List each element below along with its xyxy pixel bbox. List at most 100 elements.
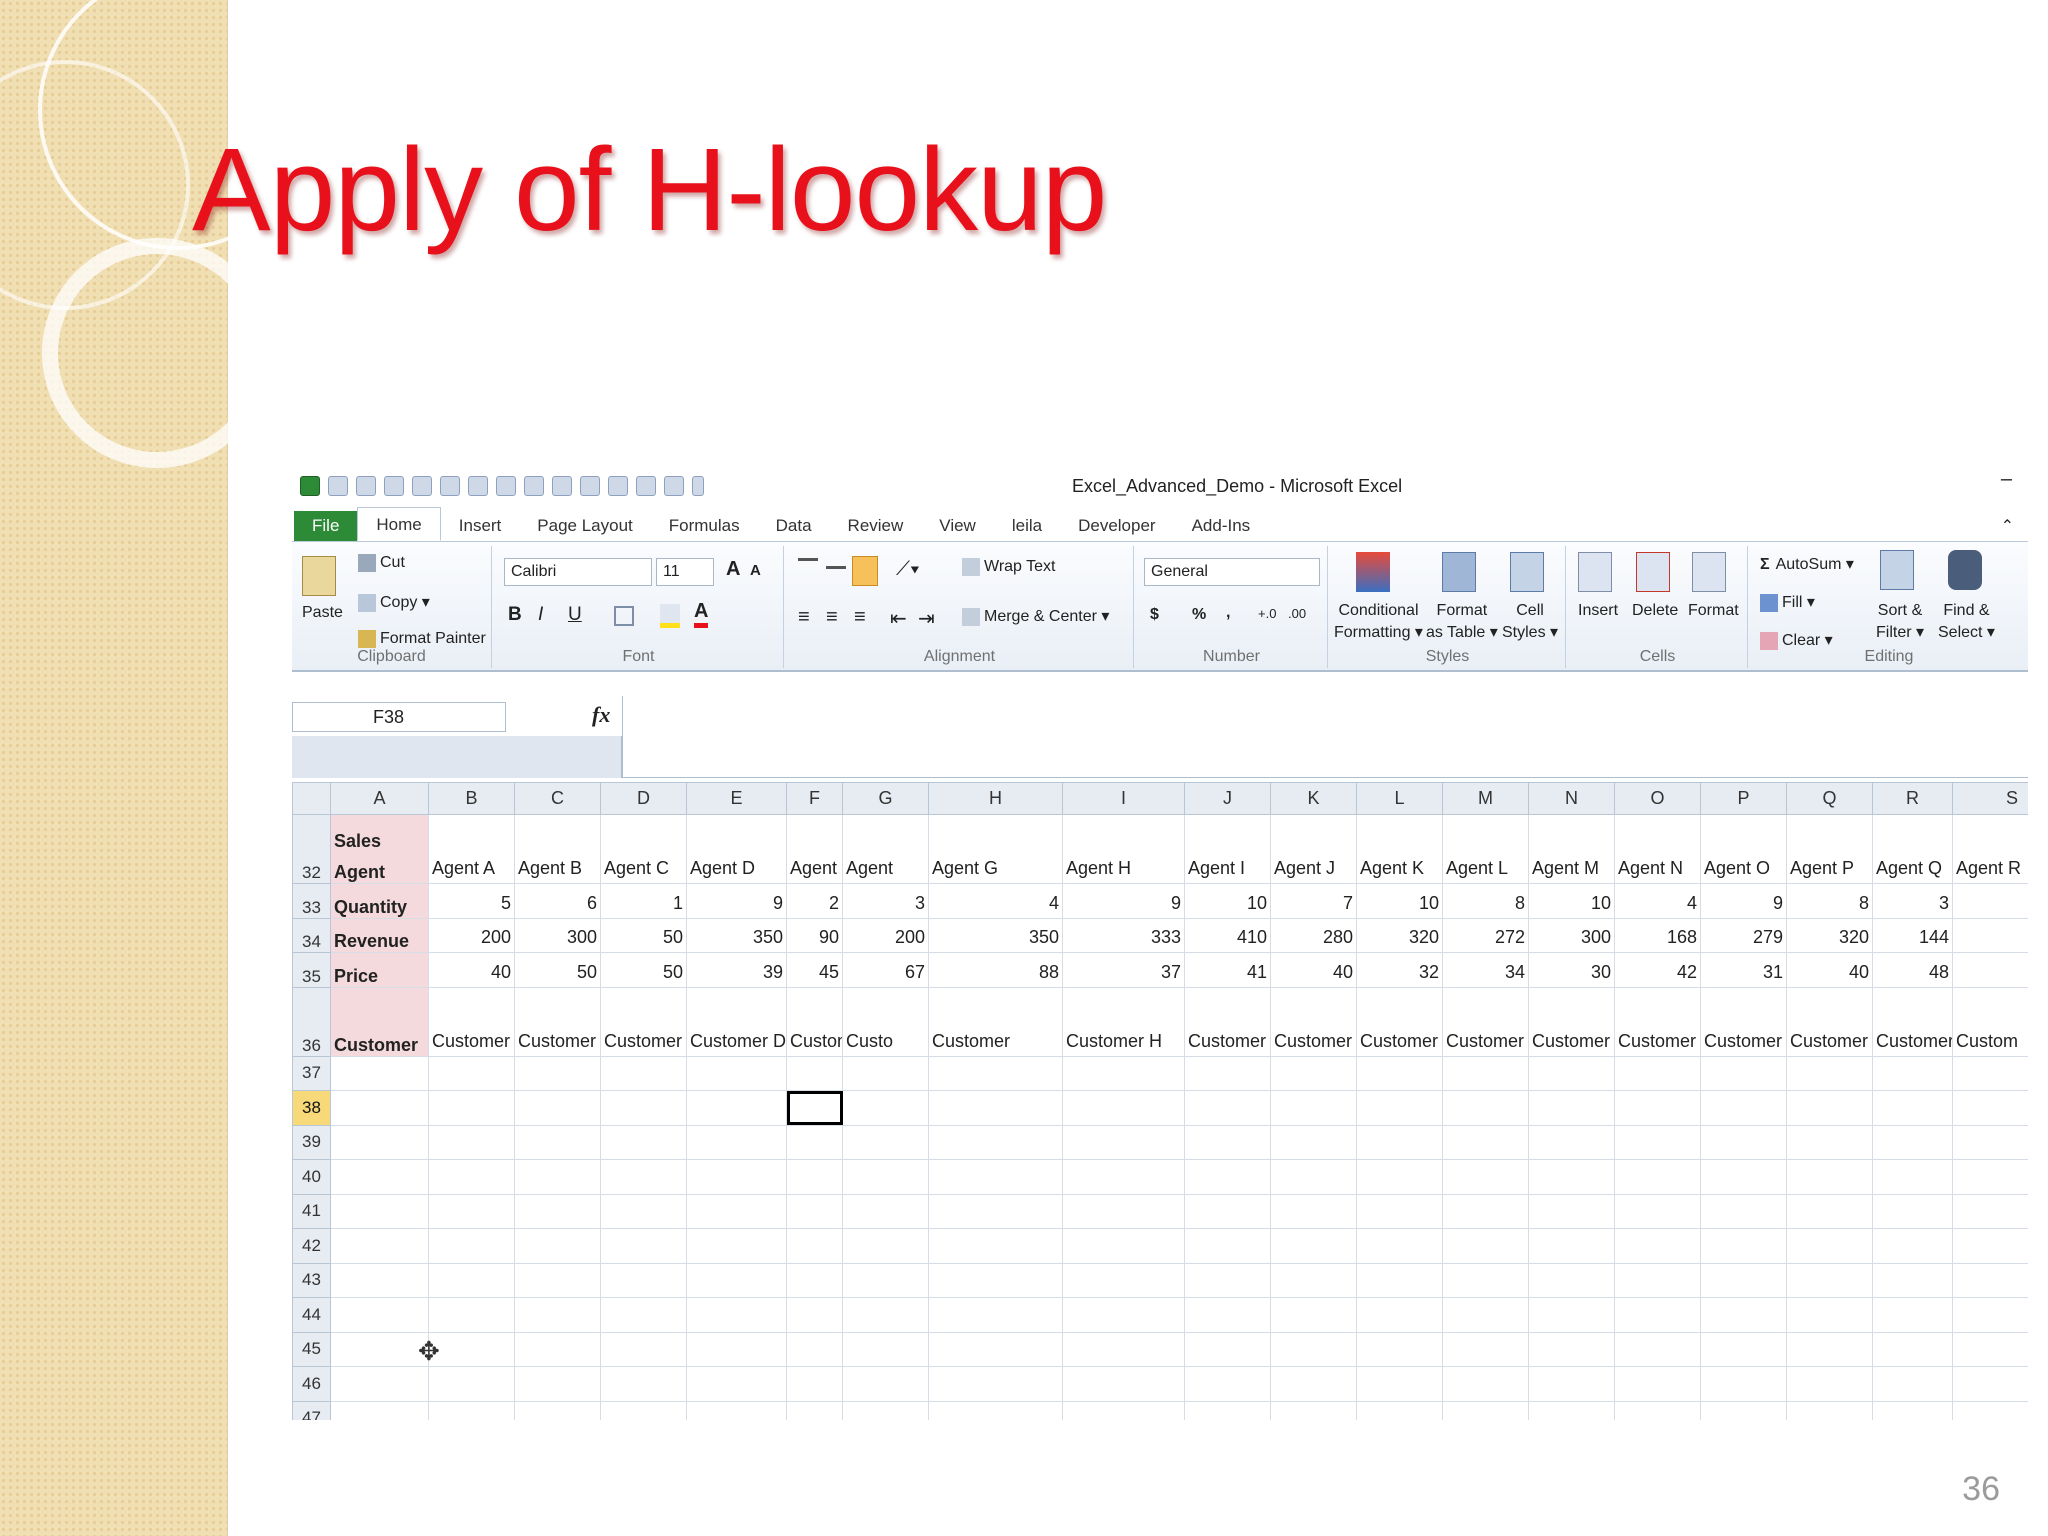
cell[interactable] [1952, 1297, 2028, 1333]
number-format-select[interactable]: General [1144, 558, 1320, 586]
row-header[interactable]: 45 [292, 1331, 331, 1367]
cell[interactable] [514, 1159, 601, 1195]
autosum-button[interactable]: Σ AutoSum ▾ [1760, 554, 1854, 574]
cell[interactable] [1442, 1090, 1529, 1126]
cell[interactable] [1356, 1331, 1443, 1367]
cell[interactable] [428, 1193, 515, 1229]
cell[interactable] [1184, 1262, 1271, 1298]
cell[interactable]: 9 [686, 883, 787, 919]
cell[interactable]: 8 [1786, 883, 1873, 919]
cell[interactable] [686, 1159, 787, 1195]
tab-insert[interactable]: Insert [441, 511, 520, 541]
cell[interactable]: 7 [1270, 883, 1357, 919]
cell[interactable] [1952, 1228, 2028, 1264]
cell[interactable]: 40 [1786, 952, 1873, 988]
cell[interactable] [1700, 1228, 1787, 1264]
cell[interactable]: Customer [428, 986, 515, 1057]
cell[interactable]: 279 [1700, 917, 1787, 953]
column-header-j[interactable]: J [1184, 782, 1271, 815]
cell[interactable] [514, 1193, 601, 1229]
column-header-g[interactable]: G [842, 782, 929, 815]
minimize-button[interactable]: – [2001, 468, 2012, 491]
cell[interactable] [1786, 1262, 1873, 1298]
row-header[interactable]: 46 [292, 1366, 331, 1402]
cell[interactable] [1270, 1090, 1357, 1126]
cell[interactable] [1442, 1400, 1529, 1420]
cell[interactable] [1184, 1400, 1271, 1420]
row-header[interactable]: 40 [292, 1159, 331, 1195]
ribbon-collapse-icon[interactable]: ⌃ [2001, 516, 2014, 536]
cell[interactable] [1356, 1297, 1443, 1333]
cell[interactable] [928, 1331, 1063, 1367]
cell[interactable] [1062, 1366, 1185, 1402]
cell[interactable] [686, 1090, 787, 1126]
comma-button[interactable]: , [1226, 604, 1230, 622]
cell[interactable] [1442, 1331, 1529, 1367]
column-header-r[interactable]: R [1872, 782, 1953, 815]
cell[interactable]: Agent L [1442, 814, 1529, 884]
column-header-n[interactable]: N [1528, 782, 1615, 815]
tab-developer[interactable]: Developer [1060, 511, 1174, 541]
cell[interactable] [514, 1297, 601, 1333]
row-header[interactable]: 33 [292, 883, 331, 919]
cell[interactable] [686, 1400, 787, 1420]
cell[interactable] [1700, 1400, 1787, 1420]
cell[interactable]: 40 [1270, 952, 1357, 988]
wrap-text-button[interactable]: Wrap Text [962, 558, 1055, 576]
column-header-q[interactable]: Q [1786, 782, 1873, 815]
row-header[interactable]: 36 [292, 986, 331, 1057]
cell[interactable] [1062, 1297, 1185, 1333]
cell[interactable] [1952, 883, 2028, 919]
column-header-s[interactable]: S [1952, 782, 2028, 815]
cell[interactable]: 320 [1356, 917, 1443, 953]
delete-cells-icon[interactable] [1636, 552, 1670, 592]
cell[interactable] [1786, 1297, 1873, 1333]
cell[interactable] [1786, 1400, 1873, 1420]
fill-color-icon[interactable] [660, 604, 680, 628]
cell[interactable] [1356, 1193, 1443, 1229]
clear-button[interactable]: Clear ▾ [1760, 630, 1833, 650]
sort-icon[interactable] [608, 476, 628, 496]
tab-home[interactable]: Home [357, 507, 441, 541]
cell[interactable]: 3 [842, 883, 929, 919]
cell[interactable]: 9 [1700, 883, 1787, 919]
cell[interactable] [428, 1366, 515, 1402]
cell[interactable] [1872, 1193, 1953, 1229]
cell[interactable] [330, 1124, 429, 1160]
cell[interactable] [1270, 1366, 1357, 1402]
cell[interactable]: Agent I [1184, 814, 1271, 884]
cell[interactable]: 300 [514, 917, 601, 953]
cell[interactable] [686, 1331, 787, 1367]
cell[interactable]: 168 [1614, 917, 1701, 953]
customize-toolbar-icon[interactable] [692, 476, 704, 496]
cell[interactable] [1184, 1193, 1271, 1229]
bold-button[interactable]: B [508, 604, 522, 626]
align-center-icon[interactable]: ≡ [826, 606, 838, 629]
cell[interactable]: Agent Q [1872, 814, 1953, 884]
cell[interactable]: Agent K [1356, 814, 1443, 884]
cell[interactable]: 320 [1786, 917, 1873, 953]
cell[interactable] [600, 1366, 687, 1402]
cell[interactable]: 10 [1184, 883, 1271, 919]
cell[interactable] [1356, 1055, 1443, 1091]
cell[interactable] [786, 1331, 843, 1367]
cell[interactable] [330, 1331, 429, 1367]
cell[interactable]: 3 [1952, 917, 2028, 953]
cell[interactable] [1356, 1262, 1443, 1298]
cell[interactable] [1062, 1331, 1185, 1367]
insert-cells-button[interactable]: Insert [1578, 602, 1618, 620]
cell[interactable] [842, 1228, 929, 1264]
increase-indent-icon[interactable]: ⇥ [918, 606, 935, 631]
cell[interactable]: Customer [1356, 986, 1443, 1057]
paste-icon[interactable] [302, 556, 336, 596]
align-right-icon[interactable]: ≡ [854, 606, 866, 629]
cell[interactable]: 4 [928, 883, 1063, 919]
cell[interactable] [842, 1331, 929, 1367]
cell[interactable] [1184, 1297, 1271, 1333]
cell[interactable]: Customer H [1062, 986, 1185, 1057]
format-cells-icon[interactable] [1692, 552, 1726, 592]
cell[interactable]: 200 [428, 917, 515, 953]
cell[interactable]: 32 [1356, 952, 1443, 988]
cell[interactable] [330, 1366, 429, 1402]
cell[interactable] [1528, 1366, 1615, 1402]
